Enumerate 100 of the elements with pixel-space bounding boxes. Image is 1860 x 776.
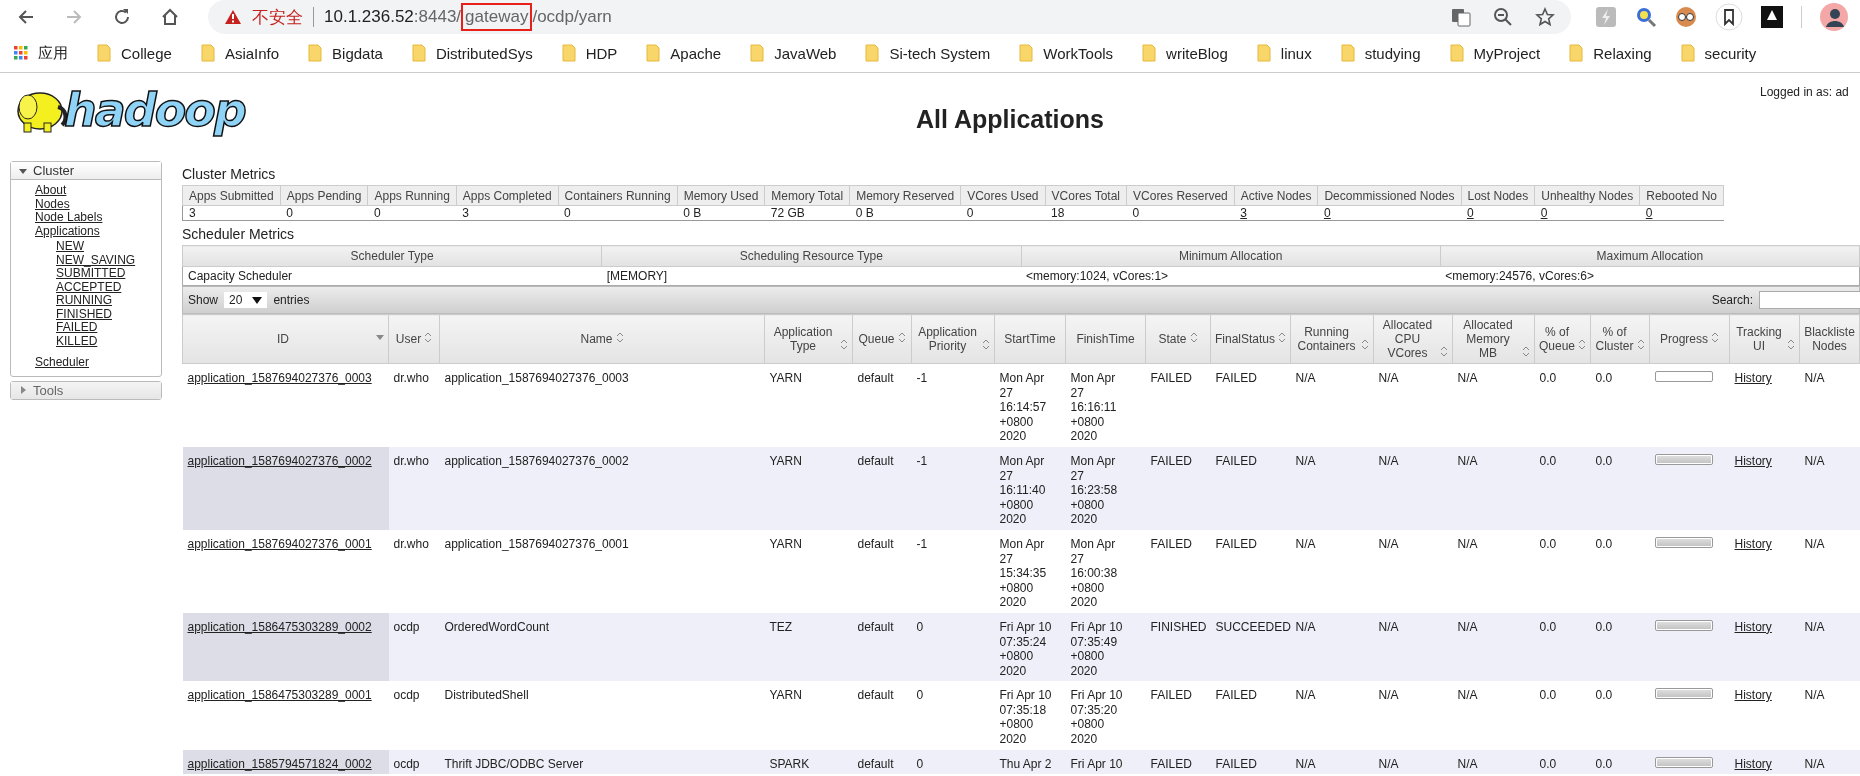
bookmark[interactable]: WorkTools: [1019, 44, 1114, 62]
table-cell: -1: [916, 371, 928, 385]
table-cell: 0: [564, 206, 571, 220]
column-header[interactable]: Blackliste Nodes: [1799, 314, 1860, 364]
bookmark[interactable]: Apache: [646, 44, 722, 62]
column-header: Containers Running: [558, 185, 678, 206]
column-header[interactable]: Queue: [852, 314, 912, 364]
bookmark[interactable]: College: [97, 44, 172, 62]
history-link[interactable]: History: [1734, 619, 1772, 634]
table-cell: YARN: [769, 536, 802, 551]
nav-link[interactable]: NEW: [56, 239, 84, 253]
bookmark-icon[interactable]: [1715, 3, 1743, 31]
table-cell: ocdp: [393, 619, 420, 634]
nav-link[interactable]: ACCEPTED: [56, 279, 122, 294]
column-header[interactable]: Application Type: [764, 314, 853, 364]
column-header[interactable]: Application Priority: [911, 314, 995, 364]
table-cell: N/A: [1378, 756, 1399, 771]
folder-icon: [1569, 44, 1584, 62]
bookmark[interactable]: writeBlog: [1142, 44, 1228, 62]
column-header[interactable]: Allocated Memory MB: [1452, 314, 1535, 364]
nav-link[interactable]: FINISHED: [56, 306, 112, 321]
column-header[interactable]: FinalStatus: [1210, 314, 1291, 364]
metric-link[interactable]: 0: [1540, 206, 1548, 220]
table-cell: FINISHED: [1150, 619, 1207, 634]
address-bar[interactable]: 不安全 10.1.236.52:8443/ gateway /ocdp/yarn: [208, 0, 1571, 34]
avatar-icon[interactable]: [1820, 3, 1848, 31]
bookmark[interactable]: security: [1680, 44, 1757, 62]
history-link[interactable]: History: [1734, 536, 1772, 551]
nav-link[interactable]: NEW_SAVING: [56, 252, 136, 267]
bookmark[interactable]: Si-tech System: [865, 44, 991, 62]
table-cell: 0.0: [1595, 756, 1613, 771]
table-cell: FAILED: [1215, 371, 1257, 385]
table-cell: YARN: [769, 453, 802, 468]
bookmark[interactable]: 应用: [14, 43, 68, 63]
column-header[interactable]: Progress: [1649, 314, 1730, 364]
bookmark[interactable]: JavaWeb: [750, 44, 837, 62]
home-icon[interactable]: [160, 7, 180, 27]
table-cell: ocdp: [393, 688, 420, 703]
table-cell: 0: [966, 206, 974, 220]
application-link[interactable]: application_1587694027376_0003: [187, 371, 372, 385]
table-cell: 0.0: [1539, 756, 1557, 771]
metric-link[interactable]: 0: [1467, 206, 1474, 220]
table-cell: default: [857, 619, 894, 634]
magnifier-icon[interactable]: [1635, 6, 1657, 28]
folder-icon: [750, 44, 765, 62]
bookmark[interactable]: linux: [1256, 44, 1312, 62]
column-header[interactable]: StartTime: [994, 314, 1066, 364]
extension-icon[interactable]: [1761, 6, 1783, 28]
nav-link[interactable]: Node Labels: [35, 210, 103, 224]
column-header[interactable]: Name: [439, 314, 765, 364]
column-header[interactable]: Allocated CPU VCores: [1373, 314, 1453, 364]
nav-link[interactable]: Nodes: [35, 196, 70, 211]
application-link[interactable]: application_1586475303289_0001: [187, 688, 372, 703]
column-header: Memory Reserved: [849, 185, 961, 206]
application-link[interactable]: application_1587694027376_0002: [187, 453, 372, 468]
section-header[interactable]: Cluster: [11, 162, 161, 179]
folder-icon: [1256, 44, 1271, 62]
application-link[interactable]: application_1586475303289_0002: [187, 619, 372, 634]
nav-link[interactable]: FAILED: [56, 320, 98, 334]
bookmark[interactable]: DistributedSys: [411, 44, 533, 62]
bookmark[interactable]: studying: [1340, 44, 1421, 62]
history-link[interactable]: History: [1734, 371, 1772, 385]
column-header[interactable]: % of Queue: [1534, 314, 1591, 364]
nav-link[interactable]: RUNNING: [56, 293, 112, 307]
star-icon[interactable]: [1535, 7, 1555, 27]
nav-link[interactable]: Scheduler: [35, 355, 90, 369]
metric-link[interactable]: 0: [1323, 206, 1331, 220]
bookmark[interactable]: Relaxing: [1569, 44, 1652, 62]
bookmark[interactable]: Bigdata: [308, 44, 383, 62]
application-link[interactable]: application_1587694027376_0001: [187, 536, 372, 551]
column-header[interactable]: FinishTime: [1065, 314, 1146, 364]
metric-link[interactable]: 3: [1240, 206, 1247, 220]
bookmark[interactable]: AsiaInfo: [200, 44, 280, 62]
bookmark[interactable]: HDP: [561, 44, 618, 62]
column-header[interactable]: ID: [182, 314, 389, 364]
table-cell: FAILED: [1150, 371, 1192, 385]
column-header[interactable]: Tracking UI: [1729, 314, 1800, 364]
history-link[interactable]: History: [1734, 453, 1772, 468]
column-header[interactable]: State: [1145, 314, 1211, 364]
column-header[interactable]: User: [388, 314, 440, 364]
nav-link[interactable]: KILLED: [56, 333, 98, 348]
section-header[interactable]: Tools: [11, 381, 161, 399]
table-cell: FAILED: [1215, 453, 1257, 468]
column-header[interactable]: Running Containers: [1290, 314, 1374, 364]
bookmark[interactable]: MyProject: [1449, 44, 1541, 62]
metric-link[interactable]: 0: [1645, 206, 1653, 220]
table-cell: dr.who: [393, 453, 429, 468]
nav-link[interactable]: Applications: [35, 223, 100, 238]
reload-icon[interactable]: [112, 7, 132, 27]
page-size-dropdown[interactable]: 20: [224, 292, 268, 308]
search-field[interactable]: [1759, 291, 1860, 309]
glasses-icon[interactable]: [1675, 6, 1697, 28]
nav-link[interactable]: About: [35, 183, 67, 197]
nav-link[interactable]: SUBMITTED: [56, 266, 126, 280]
table-cell: default: [857, 536, 894, 551]
history-link[interactable]: History: [1734, 688, 1772, 703]
column-header[interactable]: % of Cluster: [1590, 314, 1650, 364]
column-header: Apps Completed: [456, 185, 559, 206]
zoom-out-icon[interactable]: [1493, 7, 1513, 27]
table-cell: N/A: [1295, 536, 1316, 551]
